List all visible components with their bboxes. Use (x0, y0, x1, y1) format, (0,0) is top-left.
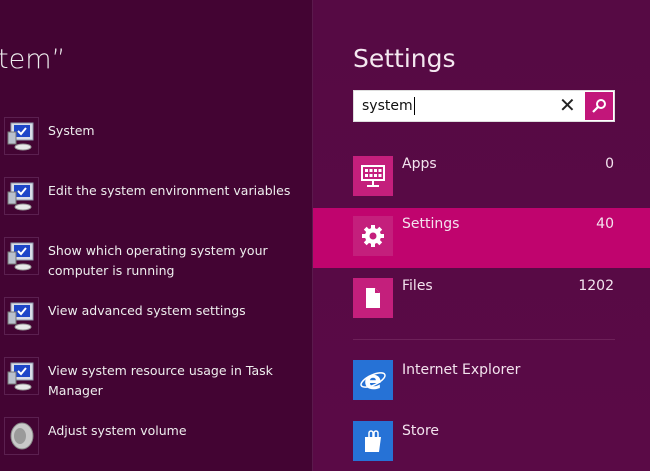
search-input[interactable]: system ✕ (353, 90, 615, 122)
apps-icon (353, 156, 393, 196)
result-item[interactable]: Show which operating system your compute… (4, 237, 304, 278)
category-label: Settings (402, 216, 460, 232)
app-internet-explorer[interactable]: e Internet Explorer (313, 360, 650, 402)
result-item[interactable]: View system resource usage in Task Manag… (4, 357, 304, 398)
category-count: 1202 (578, 278, 614, 294)
result-label: System (48, 123, 95, 138)
result-label: Show which operating system your compute… (48, 243, 268, 278)
category-files[interactable]: Files 1202 (313, 270, 650, 330)
system-computer-icon (4, 237, 39, 275)
category-label: Files (402, 278, 433, 294)
pane-title: Settings (353, 44, 456, 73)
system-computer-icon (4, 177, 39, 215)
search-value[interactable]: system (362, 97, 415, 115)
search-charm-pane: Settings system ✕ Apps 0 Settings 40 Fil… (313, 0, 650, 471)
result-item[interactable]: Adjust system volume (4, 417, 304, 457)
internet-explorer-icon: e (353, 360, 393, 400)
result-item[interactable]: System (4, 117, 304, 157)
search-button[interactable] (585, 92, 613, 120)
result-label: Adjust system volume (48, 423, 187, 438)
search-icon (592, 99, 606, 113)
gear-icon (353, 216, 393, 256)
category-label: Apps (402, 156, 437, 172)
store-icon (353, 421, 393, 461)
app-label: Store (402, 423, 440, 439)
system-computer-icon (4, 357, 39, 395)
result-label: View system resource usage in Task Manag… (48, 363, 273, 398)
app-store[interactable]: Store (313, 421, 650, 463)
clear-icon[interactable]: ✕ (559, 93, 576, 117)
separator (353, 339, 615, 340)
results-pane: tem” System Edit the system environment v… (0, 0, 313, 471)
result-item[interactable]: Edit the system environment variables (4, 177, 304, 217)
category-apps[interactable]: Apps 0 (313, 148, 650, 208)
result-label: View advanced system settings (48, 303, 246, 318)
result-label: Edit the system environment variables (48, 183, 291, 198)
category-count: 0 (605, 156, 614, 172)
system-computer-icon (4, 117, 39, 155)
category-count: 40 (596, 216, 614, 232)
app-label: Internet Explorer (402, 362, 521, 378)
result-item[interactable]: View advanced system settings (4, 297, 304, 337)
file-icon (353, 278, 393, 318)
speaker-icon (4, 417, 39, 455)
category-settings[interactable]: Settings 40 (313, 208, 650, 268)
svg-text:e: e (364, 366, 382, 394)
results-title: tem” (0, 44, 66, 75)
system-computer-icon (4, 297, 39, 335)
